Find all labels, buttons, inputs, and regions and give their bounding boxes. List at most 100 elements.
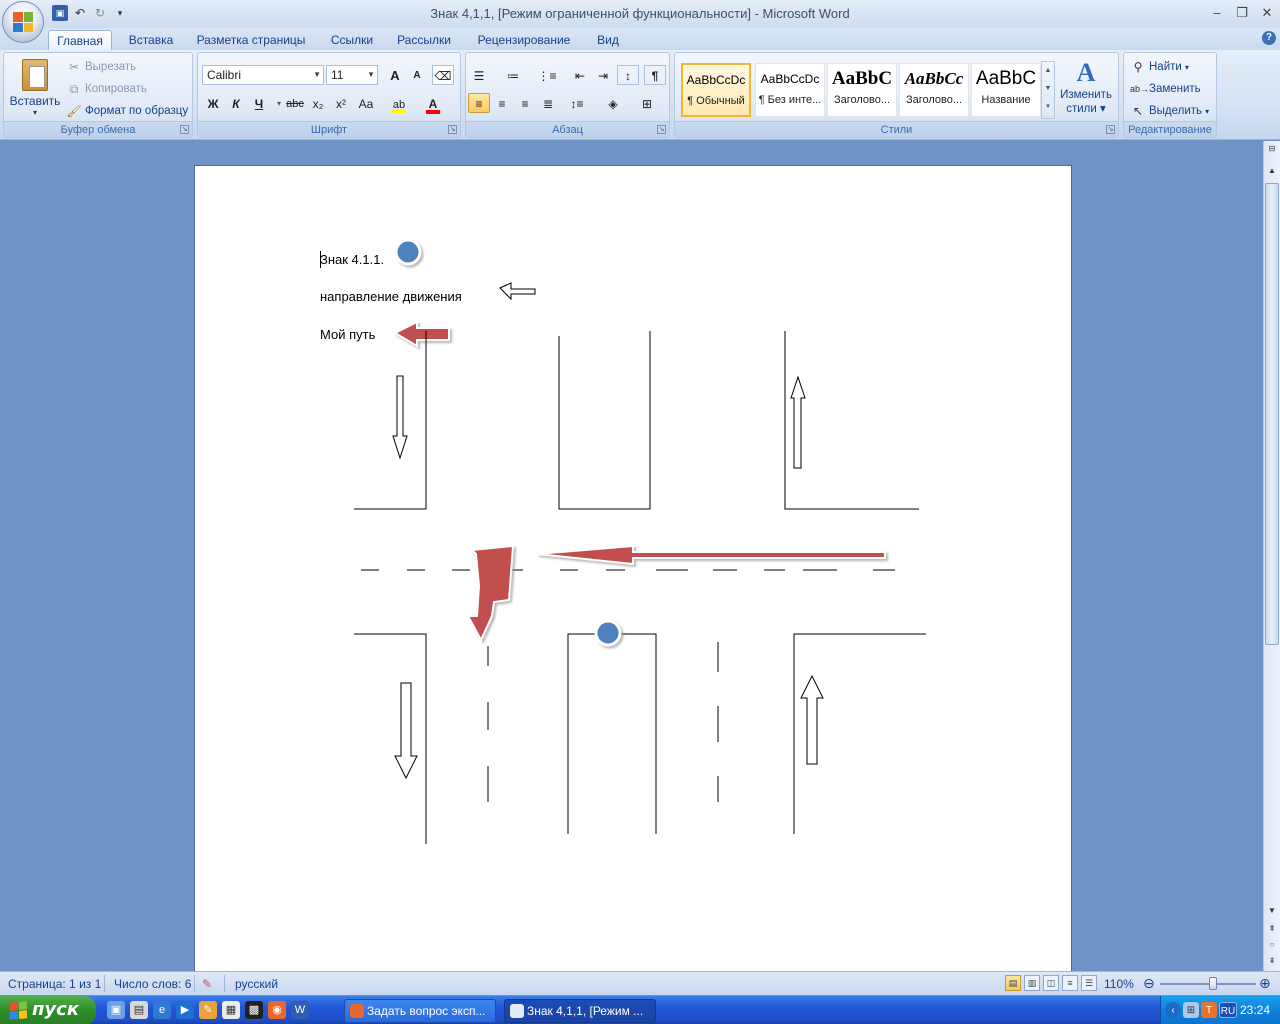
help-icon[interactable]: ? [1262,31,1276,45]
tab-references[interactable]: Ссылки [325,30,379,50]
sort-icon[interactable]: ↕ [617,65,639,85]
bold-button[interactable]: Ж [202,93,224,113]
style-title[interactable]: AaBbC Название [971,63,1041,117]
lane-arrow-down-upper[interactable] [392,375,408,460]
document-area[interactable]: Знак 4.1.1. направление движения Мой пут… [0,141,1263,971]
zoom-level[interactable]: 110% [1104,977,1134,991]
decrease-indent-icon[interactable]: ⇤ [569,65,591,85]
print-layout-view-icon[interactable]: ▤ [1005,975,1021,991]
ruler-toggle-icon[interactable]: ⊟ [1266,143,1278,155]
superscript-button[interactable]: x² [330,93,352,113]
app-icon-2[interactable]: ▩ [245,1001,263,1019]
strikethrough-button[interactable]: abc [284,93,306,113]
clear-formatting-icon[interactable]: ⌫ [432,65,454,85]
italic-button[interactable]: К [225,93,247,113]
prev-page-icon[interactable]: ⇞ [1266,923,1278,935]
copy-button[interactable]: ⧉ Копировать [66,81,147,97]
tray-app-icon[interactable]: T [1201,1002,1217,1018]
calculator-icon[interactable]: ▦ [222,1001,240,1019]
clipboard-launcher-icon[interactable]: ↘ [180,125,189,134]
lane-arrow-down-lower[interactable] [394,682,418,780]
subscript-button[interactable]: x₂ [307,93,329,113]
language-bar[interactable]: RU [1219,1002,1237,1018]
language-indicator[interactable]: русский [235,977,278,991]
spellcheck-icon[interactable]: ✎ [202,977,212,991]
shrink-font-button[interactable]: A [406,65,428,85]
media-player-icon[interactable]: ▶ [176,1001,194,1019]
draft-view-icon[interactable]: ☰ [1081,975,1097,991]
pilcrow-icon[interactable]: ¶ [644,65,666,85]
lane-arrow-up-upper[interactable] [790,375,806,469]
font-size-combo[interactable]: 11 ▼ [326,65,378,85]
vertical-scrollbar[interactable]: ⊟ ▲ ▼ ⇞ ○ ⇟ [1263,141,1280,971]
underline-button[interactable]: Ч [248,93,270,113]
legend-my-path-arrow[interactable] [392,320,450,348]
align-center-icon[interactable]: ≡ [491,93,513,113]
firefox-icon[interactable]: ◉ [268,1001,286,1019]
cut-button[interactable]: ✂ Вырезать [66,59,136,75]
paste-button[interactable]: Вставить ▾ [8,57,62,119]
line-spacing-icon[interactable]: ↕≡ [566,93,588,113]
borders-icon[interactable]: ⊞ [636,93,658,113]
path-arrow-turn-down[interactable] [466,544,515,643]
zoom-slider-thumb[interactable] [1208,977,1217,990]
minimize-button[interactable]: ‒ [1206,4,1228,22]
styles-scroll[interactable]: ▲ ▼ ▾ [1041,61,1055,119]
task-firefox[interactable]: Задать вопрос эксп... [344,999,496,1023]
task-word[interactable]: Знак 4,1,1, [Режим ... [504,999,656,1023]
find-button[interactable]: ⚲ Найти ▾ [1130,59,1189,75]
explorer-icon[interactable]: ▤ [130,1001,148,1019]
next-page-icon[interactable]: ⇟ [1266,955,1278,967]
numbering-icon[interactable]: ≔ [502,65,524,85]
zoom-in-icon[interactable]: ⊕ [1259,975,1271,992]
align-right-icon[interactable]: ≡ [514,93,536,113]
tray-collapse-icon[interactable]: ‹ [1165,1002,1181,1018]
office-button[interactable] [2,1,44,43]
font-color-button[interactable]: A [422,93,444,114]
app-icon[interactable]: ✎ [199,1001,217,1019]
document-page[interactable]: Знак 4.1.1. направление движения Мой пут… [194,165,1072,971]
network-icon[interactable]: ⊞ [1183,1002,1199,1018]
outline-view-icon[interactable]: ≡ [1062,975,1078,991]
style-heading-2[interactable]: AaBbCc Заголово... [899,63,969,117]
scroll-thumb[interactable] [1265,183,1279,645]
justify-icon[interactable]: ≣ [537,93,559,113]
word-count[interactable]: Число слов: 6 [114,977,191,991]
close-button[interactable]: ✕ [1256,4,1278,22]
path-arrow-left[interactable] [536,544,886,566]
position-blue-dot[interactable] [594,619,622,647]
tab-view[interactable]: Вид [590,30,626,50]
replace-button[interactable]: ab→ Заменить [1130,81,1201,97]
zoom-out-icon[interactable]: ⊖ [1143,975,1155,992]
legend-direction-arrow[interactable] [499,282,536,301]
show-desktop-icon[interactable]: ▣ [107,1001,125,1019]
style-no-spacing[interactable]: AaBbCcDc ¶ Без инте... [755,63,825,117]
select-button[interactable]: ↖ Выделить ▾ [1130,103,1209,119]
font-name-combo[interactable]: Calibri ▼ [202,65,324,85]
legend-blue-dot[interactable] [394,238,422,266]
grow-font-button[interactable]: A [384,65,406,85]
shading-icon[interactable]: ◈ [602,93,624,113]
tab-insert[interactable]: Вставка [122,30,180,50]
scroll-up-icon[interactable]: ▲ [1266,165,1278,177]
format-painter-button[interactable]: 🖌 Формат по образцу [66,103,188,119]
word-icon[interactable]: W [291,1001,309,1019]
change-case-button[interactable]: Aa [355,93,377,113]
highlight-button[interactable]: ab [388,93,410,113]
increase-indent-icon[interactable]: ⇥ [592,65,614,85]
tab-review[interactable]: Рецензирование [472,30,576,50]
align-left-icon[interactable]: ≡ [468,93,490,113]
styles-launcher-icon[interactable]: ↘ [1106,125,1115,134]
start-button[interactable]: пуск [0,996,96,1024]
select-browse-object-icon[interactable]: ○ [1266,939,1278,951]
multilevel-list-icon[interactable]: ⋮≡ [536,65,558,85]
web-layout-icon[interactable]: ◫ [1043,975,1059,991]
style-normal[interactable]: AaBbCcDc ¶ Обычный [681,63,751,117]
ie-icon[interactable]: e [153,1001,171,1019]
tab-mailings[interactable]: Рассылки [392,30,456,50]
page-count[interactable]: Страница: 1 из 1 [8,977,101,991]
style-heading-1[interactable]: AaBbC Заголово... [827,63,897,117]
change-styles-button[interactable]: A Изменить стили ▾ [1057,57,1115,121]
bullets-icon[interactable]: ☰ [468,65,490,85]
tab-home[interactable]: Главная [48,30,112,50]
